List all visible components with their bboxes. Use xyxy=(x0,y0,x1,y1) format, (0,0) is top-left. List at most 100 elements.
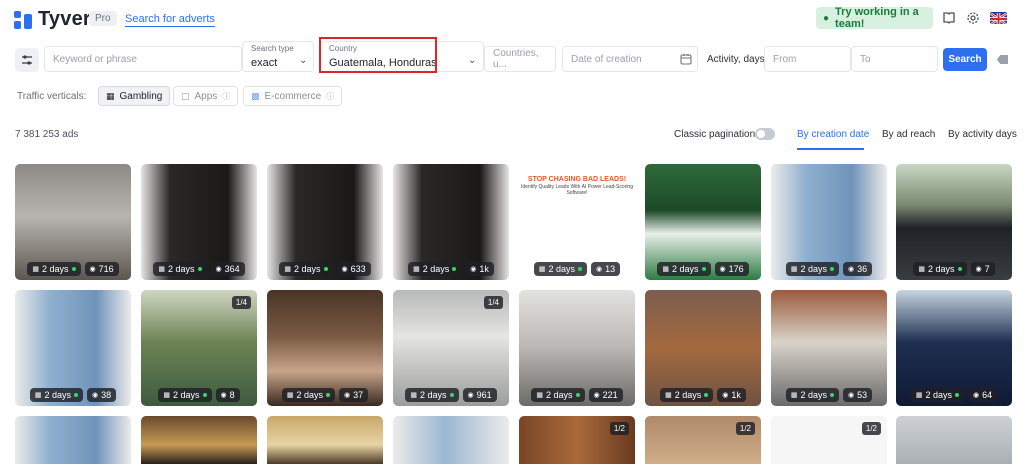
card-stats: ▦ 2 days ◉ 7 xyxy=(896,262,1012,276)
activity-from-input[interactable]: From xyxy=(764,46,851,72)
card-stats: ▦ 2 days ◉ 37 xyxy=(267,388,383,402)
active-status-dot xyxy=(202,393,207,397)
ad-card[interactable]: ▦ 2 days ◉ 7 xyxy=(896,164,1012,280)
date-placeholder: Date of creation xyxy=(571,53,642,65)
ad-card[interactable]: ▦ 2 days ◉ 364 xyxy=(141,164,257,280)
views-value: 53 xyxy=(857,390,868,400)
active-status-dot xyxy=(452,267,457,271)
views-badge: ◉ 221 xyxy=(588,388,623,402)
active-days-badge: ▦ 2 days xyxy=(910,388,965,402)
calendar-icon: ▦ xyxy=(284,266,291,273)
ad-card[interactable]: 1/2 xyxy=(645,416,761,464)
ad-card[interactable]: ▦ 2 days ◉ 176 xyxy=(645,164,761,280)
vertical-chip-apps[interactable]: ▢ Apps ⓘ xyxy=(173,86,239,106)
views-badge: ◉ 36 xyxy=(843,262,873,276)
search-adverts-link[interactable]: Search for adverts xyxy=(125,13,215,27)
active-status-dot xyxy=(578,267,583,271)
ad-card[interactable] xyxy=(267,416,383,464)
card-stats: ▦ 2 days ◉ 53 xyxy=(771,388,887,402)
ad-card[interactable]: 1/4 ▦ 2 days ◉ 961 xyxy=(393,290,509,406)
ad-card[interactable]: ▦ 2 days ◉ 221 xyxy=(519,290,635,406)
cart-icon: ▩ xyxy=(251,90,260,101)
active-status-dot xyxy=(830,393,835,397)
active-status-dot xyxy=(74,393,79,397)
language-flag-icon[interactable] xyxy=(990,12,1007,24)
brand-name: Tyver xyxy=(38,8,91,30)
sort-tab-ad-reach[interactable]: By ad reach xyxy=(882,129,935,140)
views-badge: ◉ 633 xyxy=(336,262,371,276)
ad-card[interactable]: 1/4 ▦ 2 days ◉ 8 xyxy=(141,290,257,406)
calendar-icon: ▦ xyxy=(918,266,925,273)
ad-card[interactable] xyxy=(141,416,257,464)
gear-icon[interactable] xyxy=(964,9,982,27)
sort-tab-underline xyxy=(797,148,864,150)
active-days-value: 2 days xyxy=(422,264,450,274)
vertical-chip-label: Apps xyxy=(194,90,218,102)
sort-tab-creation-date[interactable]: By creation date xyxy=(797,129,869,140)
date-of-creation-input[interactable]: Date of creation xyxy=(562,46,698,72)
ad-card[interactable]: ▦ 2 days ◉ 36 xyxy=(771,164,887,280)
active-status-dot xyxy=(197,267,202,271)
media-count-badge: 1/4 xyxy=(483,296,503,309)
search-button[interactable]: Search xyxy=(943,48,987,71)
card-stats: ▦ 2 days ◉ 1k xyxy=(393,262,509,276)
active-status-dot xyxy=(575,393,580,397)
active-days-value: 2 days xyxy=(296,390,324,400)
ad-card[interactable]: STOP CHASING BAD LEADS! Identify Quality … xyxy=(519,164,635,280)
ad-card[interactable]: ▦ 2 days ◉ 1k xyxy=(645,290,761,406)
ad-card[interactable]: ▦ 2 days ◉ 37 xyxy=(267,290,383,406)
classic-pagination-toggle[interactable] xyxy=(755,128,775,140)
active-days-value: 2 days xyxy=(671,264,699,274)
eye-icon: ◉ xyxy=(470,266,477,273)
try-team-button[interactable]: ● Try working in a team! xyxy=(816,6,933,30)
ad-card[interactable]: ▦ 2 days ◉ 53 xyxy=(771,290,887,406)
ad-card[interactable]: ▦ 2 days ◉ 716 xyxy=(15,164,131,280)
brand-logo[interactable]: Tyver xyxy=(14,8,91,31)
ad-card[interactable]: ▦ 2 days ◉ 38 xyxy=(15,290,131,406)
book-icon[interactable] xyxy=(940,9,958,27)
ad-card[interactable] xyxy=(393,416,509,464)
ad-card[interactable]: ▦ 2 days ◉ 633 xyxy=(267,164,383,280)
ad-card[interactable] xyxy=(896,416,1012,464)
active-days-badge: ▦ 2 days xyxy=(281,388,336,402)
views-value: 221 xyxy=(602,390,618,400)
vertical-chip-gambling[interactable]: ▦ Gambling xyxy=(98,86,171,106)
chevron-down-icon: ⌄ xyxy=(299,55,308,66)
calendar-icon: ▦ xyxy=(538,266,546,273)
active-days-value: 2 days xyxy=(927,264,955,274)
ad-card[interactable]: ▦ 2 days ◉ 64 xyxy=(896,290,1012,406)
ad-card[interactable]: ▦ 2 days ◉ 1k xyxy=(393,164,509,280)
activity-to-input[interactable]: To xyxy=(851,46,938,72)
ad-card[interactable] xyxy=(15,416,131,464)
card-stats: ▦ 2 days ◉ 633 xyxy=(267,262,383,276)
calendar-icon: ▦ xyxy=(790,266,798,273)
sort-tab-activity-days[interactable]: By activity days xyxy=(948,129,1017,140)
views-value: 13 xyxy=(605,264,616,274)
keyword-input[interactable]: Keyword or phrase xyxy=(44,46,242,72)
search-type-select[interactable]: Search type exact ⌄ xyxy=(242,41,314,72)
active-days-badge: ▦ 2 days xyxy=(29,388,84,402)
card-stats: ▦ 2 days ◉ 38 xyxy=(15,388,131,402)
views-value: 1k xyxy=(479,264,489,274)
search-type-label: Search type xyxy=(251,44,294,53)
sliders-icon xyxy=(22,55,32,65)
ad-card[interactable]: 1/2 xyxy=(771,416,887,464)
filters-toggle-button[interactable] xyxy=(15,48,39,72)
active-days-value: 2 days xyxy=(545,390,573,400)
views-badge: ◉ 961 xyxy=(462,388,497,402)
vertical-chip-ecommerce[interactable]: ▩ E-commerce ⓘ xyxy=(243,86,343,106)
calendar-icon: ▦ xyxy=(32,266,39,273)
countries-exclude-input[interactable]: Countries, u... xyxy=(484,46,556,72)
active-days-value: 2 days xyxy=(548,264,576,274)
views-value: 64 xyxy=(982,390,993,400)
views-badge: ◉ 364 xyxy=(210,262,245,276)
ad-card[interactable]: 1/2 xyxy=(519,416,635,464)
views-badge: ◉ 1k xyxy=(717,388,746,402)
calendar-icon: ▦ xyxy=(662,266,669,273)
classic-pagination-label: Classic pagination xyxy=(674,129,756,140)
views-value: 1k xyxy=(731,390,741,400)
country-highlight-frame xyxy=(319,37,437,73)
card-stats: ▦ 2 days ◉ 1k xyxy=(645,388,761,402)
views-value: 716 xyxy=(98,264,114,274)
clear-filters-icon[interactable] xyxy=(997,55,1008,64)
